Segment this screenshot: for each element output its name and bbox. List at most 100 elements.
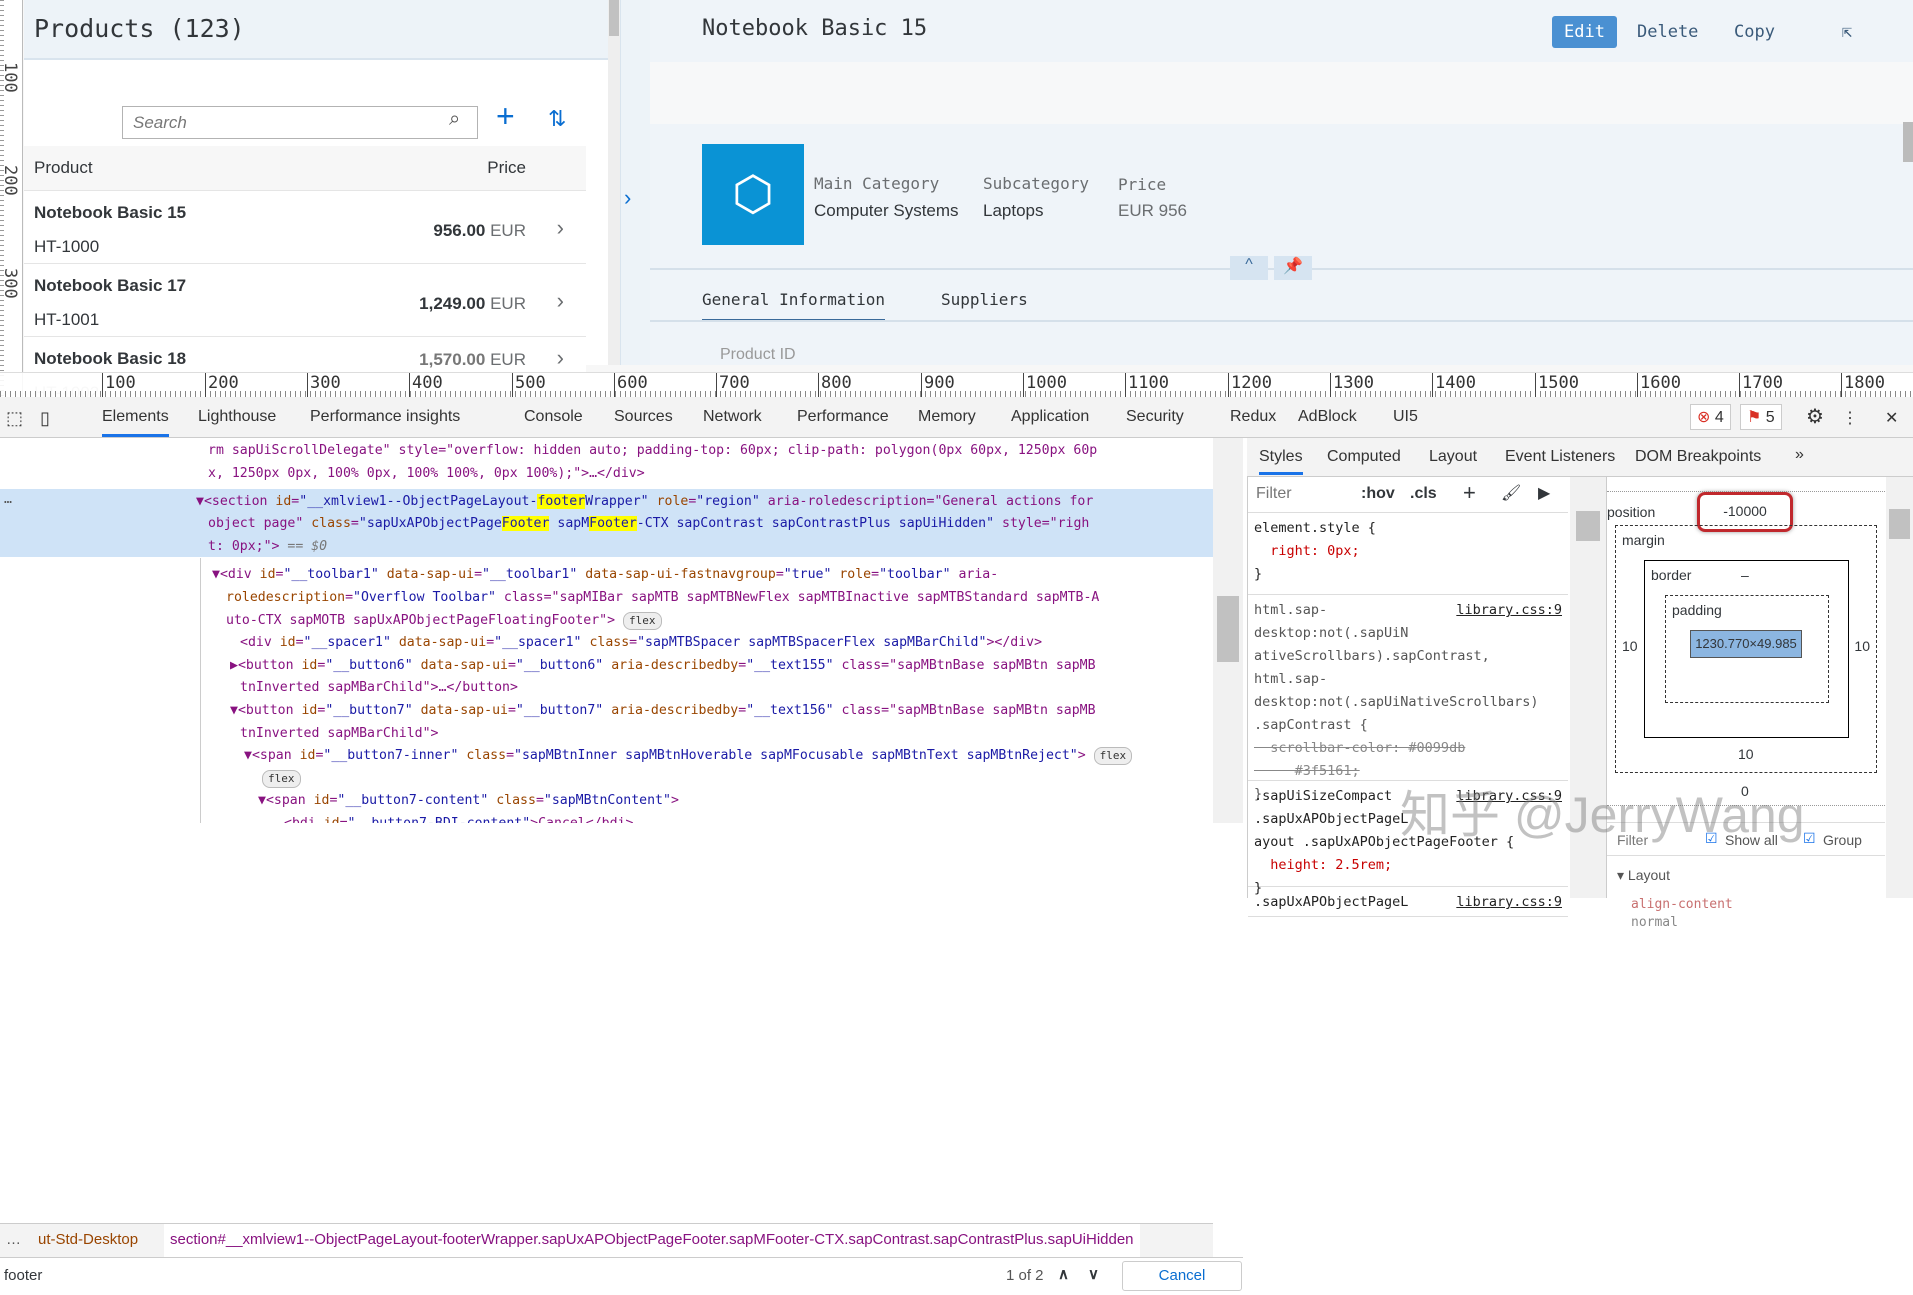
computed-section-layout[interactable]: ▾ Layout xyxy=(1617,867,1670,884)
find-next-icon[interactable]: ∨ xyxy=(1088,1265,1099,1283)
inspect-element-icon[interactable]: ⬚ xyxy=(6,408,23,429)
watermark: 知乎 @JerryWang xyxy=(1400,787,1805,843)
dom-node-line[interactable]: ▼<span id="__button7-content" class="sap… xyxy=(258,790,679,813)
rule-props[interactable]: height: 2.5rem; xyxy=(1254,857,1392,873)
dom-node-line[interactable]: ▼<div id="__toolbar1" data-sap-ui="__too… xyxy=(212,564,998,587)
dom-node-line[interactable]: ▼<section id="__xmlview1--ObjectPageLayo… xyxy=(196,491,1093,514)
margin-left[interactable]: 10 xyxy=(1622,638,1638,654)
devtools-tab-adblock[interactable]: AdBlock xyxy=(1298,408,1357,426)
devtools-tab-elements[interactable]: Elements xyxy=(102,408,169,437)
cls-toggle[interactable]: .cls xyxy=(1410,485,1437,503)
devtools-tab-redux[interactable]: Redux xyxy=(1230,408,1276,426)
devtools-tab-network[interactable]: Network xyxy=(703,408,762,426)
devtools-tab-memory[interactable]: Memory xyxy=(918,408,976,426)
devtools-tab-performance[interactable]: Performance xyxy=(797,408,889,426)
flex-badge[interactable]: flex xyxy=(262,770,301,788)
delete-button[interactable]: Delete xyxy=(1625,16,1710,48)
flex-badge[interactable]: flex xyxy=(623,612,662,630)
dom-scrollbar[interactable] xyxy=(1213,438,1243,823)
devtools-tab-sources[interactable]: Sources xyxy=(614,408,673,426)
product-price: 1,249.00 EUR xyxy=(419,294,526,314)
paint-icon[interactable]: 🖌 xyxy=(1501,483,1521,503)
content-box[interactable]: 1230.770×49.985 xyxy=(1690,630,1802,658)
list-scrollbar[interactable] xyxy=(608,0,620,365)
price-value: EUR 956 xyxy=(1118,201,1187,220)
boxmodel-scrollbar[interactable] xyxy=(1886,477,1913,898)
errors-badge[interactable]: ⊗ 4 xyxy=(1690,404,1731,430)
devtools-tab-performance-insights[interactable]: Performance insights xyxy=(310,408,460,426)
find-input[interactable]: footer xyxy=(4,1267,42,1284)
devtools-tab-application[interactable]: Application xyxy=(1011,408,1089,426)
dom-node-line[interactable]: roledescription="Overflow Toolbar" class… xyxy=(226,587,1099,610)
collapse-header-button[interactable]: ^ xyxy=(1230,256,1268,280)
add-icon[interactable]: + xyxy=(496,100,515,132)
dom-node-line[interactable]: ▶<button id="__button6" data-sap-ui="__b… xyxy=(230,655,1096,678)
computed-prop: align-content xyxy=(1631,897,1733,912)
devtools-tab-console[interactable]: Console xyxy=(524,408,583,426)
elements-dom-tree[interactable]: … rm sapUiScrollDelegate" style="overflow… xyxy=(0,438,1213,823)
search-icon[interactable]: ⌕ xyxy=(449,108,460,131)
split-handle[interactable]: › xyxy=(620,0,650,365)
dom-node-line[interactable]: <bdi id="__button7-BDI-content">Cancel</… xyxy=(284,813,633,823)
ruler-label: 100 xyxy=(0,62,20,93)
border-label: border xyxy=(1651,567,1692,583)
styles-tab-styles[interactable]: Styles xyxy=(1259,448,1303,475)
breadcrumb-more[interactable]: … xyxy=(6,1231,21,1248)
node-actions-icon[interactable]: … xyxy=(4,489,12,512)
more-options-icon[interactable]: ⋮ xyxy=(1842,408,1858,428)
dom-node-line[interactable]: tnInverted sapMBarChild">…</button> xyxy=(240,677,518,700)
dom-node-line[interactable]: ▼<span id="__button7-inner" class="sapMB… xyxy=(244,745,1133,768)
rule-props[interactable]: scrollbar-color: #0099db #3f5161; xyxy=(1254,740,1465,779)
more-tabs-icon[interactable]: » xyxy=(1795,446,1804,464)
group-checkbox[interactable]: ☑ xyxy=(1803,830,1816,847)
detail-scrollbar[interactable] xyxy=(1903,122,1913,162)
search-input[interactable]: Search xyxy=(122,106,478,139)
dom-node-line[interactable]: object page" class="sapUxAPObjectPageFoo… xyxy=(208,513,1089,536)
styles-filter-input[interactable]: Filter xyxy=(1256,485,1292,503)
breadcrumb-item[interactable]: ut-Std-Desktop xyxy=(38,1231,138,1248)
sort-icon[interactable]: ⇅ xyxy=(548,106,566,132)
border-top[interactable]: – xyxy=(1741,567,1749,583)
devtools-tab-security[interactable]: Security xyxy=(1126,408,1184,426)
find-prev-icon[interactable]: ∧ xyxy=(1058,1265,1069,1283)
edit-button[interactable]: Edit xyxy=(1552,16,1617,48)
dom-node-line[interactable]: tnInverted sapMBarChild"> xyxy=(240,723,439,746)
new-rule-icon[interactable]: + xyxy=(1463,480,1476,506)
dom-node-line[interactable]: uto-CTX sapMOTB sapUxAPObjectPageFloatin… xyxy=(226,610,662,633)
tab-suppliers[interactable]: Suppliers xyxy=(941,290,1028,309)
expand-icon[interactable]: › xyxy=(624,185,631,211)
share-icon[interactable]: ⇱ xyxy=(1830,16,1864,48)
margin-bottom[interactable]: 10 xyxy=(1738,746,1754,762)
device-toolbar-icon[interactable]: ▯ xyxy=(40,408,50,429)
styles-tab-computed[interactable]: Computed xyxy=(1327,448,1401,466)
styles-tab-layout[interactable]: Layout xyxy=(1429,448,1477,466)
ruler-label: 1600 xyxy=(1637,373,1681,397)
rule-props[interactable]: right: 0px; xyxy=(1254,543,1359,559)
list-item[interactable]: Notebook Basic 15 HT-1000 956.00 EUR › xyxy=(24,191,586,264)
styles-tab-dom-breakpoints[interactable]: DOM Breakpoints xyxy=(1635,448,1761,466)
flex-badge[interactable]: flex xyxy=(1093,747,1133,765)
devtools-tab-ui5[interactable]: UI5 xyxy=(1393,408,1418,426)
tab-general-information[interactable]: General Information xyxy=(702,290,886,322)
issues-badge[interactable]: ⚑ 5 xyxy=(1740,404,1782,430)
settings-icon[interactable]: ⚙ xyxy=(1806,404,1824,429)
find-cancel-button[interactable]: Cancel xyxy=(1122,1261,1242,1291)
dom-node-line[interactable]: rm sapUiScrollDelegate" style="overflow:… xyxy=(208,440,1097,463)
dom-node-line[interactable]: t: 0px;"> == $0 xyxy=(208,536,327,559)
hov-toggle[interactable]: :hov xyxy=(1361,485,1395,503)
pin-icon[interactable]: 📌 xyxy=(1274,256,1312,280)
devtools-tab-lighthouse[interactable]: Lighthouse xyxy=(198,408,276,426)
rule-source-link[interactable]: library.css:9 xyxy=(1456,599,1562,622)
rule-source-link[interactable]: library.css:9 xyxy=(1456,891,1562,914)
currency: EUR xyxy=(490,294,526,313)
dom-node-line[interactable]: ▼<button id="__button7" data-sap-ui="__b… xyxy=(230,700,1096,723)
list-item[interactable]: Notebook Basic 17 HT-1001 1,249.00 EUR › xyxy=(24,264,586,337)
margin-right[interactable]: 10 xyxy=(1854,638,1870,654)
dom-node-line[interactable]: x, 1250px 0px, 100% 0px, 100% 100%, 0px … xyxy=(208,463,645,486)
copy-button[interactable]: Copy xyxy=(1722,16,1787,48)
dom-node-line[interactable]: <div id="__spacer1" data-sap-ui="__space… xyxy=(240,632,1042,655)
styles-tab-event-listeners[interactable]: Event Listeners xyxy=(1505,448,1615,466)
breadcrumb-selected[interactable]: section#__xmlview1--ObjectPageLayout-foo… xyxy=(164,1224,1140,1257)
toggle-sidebar-icon[interactable]: ▶ xyxy=(1538,483,1550,503)
close-icon[interactable]: ✕ xyxy=(1885,408,1898,428)
